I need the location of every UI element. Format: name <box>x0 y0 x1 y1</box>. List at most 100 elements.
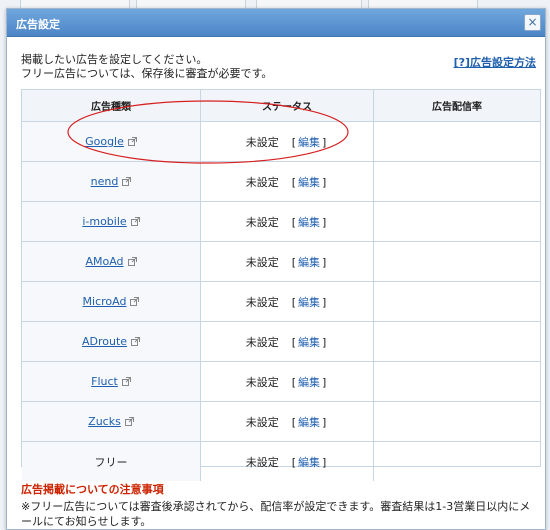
status-text: 未設定 <box>245 215 279 229</box>
ad-type-cell: Zucks <box>22 401 201 442</box>
ad-type-cell: フリー <box>22 441 201 481</box>
external-link-icon <box>121 377 131 386</box>
ad-type-cell: i-mobile <box>22 201 201 242</box>
edit-link[interactable]: 編集 <box>298 296 320 309</box>
ad-type-cell: ADroute <box>22 321 201 362</box>
ad-network-link[interactable]: nend <box>91 175 119 188</box>
external-link-icon <box>124 417 134 426</box>
ad-type-cell: MicroAd <box>22 281 201 322</box>
edit-link[interactable]: 編集 <box>298 216 320 229</box>
bracket-close: ] <box>322 135 327 149</box>
status-text: 未設定 <box>245 455 279 469</box>
bracket-close: ] <box>322 215 327 229</box>
bracket-close: ] <box>322 415 327 429</box>
delivery-rate-cell <box>373 201 540 242</box>
delivery-rate-cell <box>373 121 540 162</box>
status-cell: 未設定 [編集] <box>200 161 374 202</box>
edit-link[interactable]: 編集 <box>298 416 320 429</box>
intro-line-1: 掲載したい広告を設定してください。 <box>21 53 208 66</box>
ad-network-link[interactable]: Fluct <box>91 375 118 388</box>
edit-link[interactable]: 編集 <box>298 376 320 389</box>
status-cell: 未設定 [編集] <box>200 281 374 322</box>
bracket-open: [ <box>280 375 296 389</box>
ad-network-label: フリー <box>94 455 128 469</box>
intro-line-2: フリー広告については、保存後に審査が必要です。 <box>21 67 273 80</box>
ad-type-cell: AMoAd <box>22 241 201 282</box>
table-row: MicroAd 未設定 [編集] <box>22 281 540 322</box>
header-ad-type: 広告種類 <box>22 90 201 122</box>
table-row: nend 未設定 [編集] <box>22 161 540 202</box>
ad-network-link[interactable]: AMoAd <box>85 255 123 268</box>
status-cell: 未設定 [編集] <box>200 361 374 402</box>
delivery-rate-cell <box>373 441 540 481</box>
ad-network-link[interactable]: ADroute <box>82 335 127 348</box>
ad-type-cell: Fluct <box>22 361 201 402</box>
edit-link[interactable]: 編集 <box>298 336 320 349</box>
dialog-titlebar: 広告設定 × <box>7 9 545 37</box>
delivery-rate-cell <box>373 161 540 202</box>
status-cell: 未設定 [編集] <box>200 241 374 282</box>
delivery-rate-cell <box>373 321 540 362</box>
ad-settings-dialog: 広告設定 × 掲載したい広告を設定してください。 フリー広告については、保存後に… <box>6 8 546 530</box>
close-button[interactable]: × <box>524 14 541 31</box>
notice-body: ※フリー広告については審査後承認されてから、配信率が設定できます。審査結果は1-… <box>21 500 531 528</box>
external-link-icon <box>131 337 141 346</box>
ad-network-link[interactable]: i-mobile <box>82 215 126 228</box>
bracket-open: [ <box>280 455 296 469</box>
external-link-icon <box>127 137 137 146</box>
bracket-open: [ <box>280 415 296 429</box>
bracket-open: [ <box>280 335 296 349</box>
ad-network-link[interactable]: Google <box>85 135 124 148</box>
edit-link[interactable]: 編集 <box>298 176 320 189</box>
delivery-rate-cell <box>373 401 540 442</box>
table-row: Fluct 未設定 [編集] <box>22 361 540 402</box>
notice-title: 広告掲載についての注意事項 <box>21 483 164 496</box>
delivery-rate-cell <box>373 281 540 322</box>
bracket-close: ] <box>322 455 327 469</box>
ad-network-link[interactable]: MicroAd <box>83 295 127 308</box>
edit-link[interactable]: 編集 <box>298 456 320 469</box>
dialog-title: 広告設定 <box>16 18 60 31</box>
status-text: 未設定 <box>245 295 279 309</box>
bracket-close: ] <box>322 375 327 389</box>
help-link[interactable]: [?]広告設定方法 <box>454 54 536 70</box>
table-row: フリー 未設定 [編集] <box>22 441 540 481</box>
bracket-close: ] <box>322 295 327 309</box>
status-cell: 未設定 [編集] <box>200 401 374 442</box>
external-link-icon <box>122 177 132 186</box>
delivery-rate-cell <box>373 361 540 402</box>
header-delivery-rate: 広告配信率 <box>373 90 540 122</box>
bracket-close: ] <box>322 175 327 189</box>
status-text: 未設定 <box>245 335 279 349</box>
edit-link[interactable]: 編集 <box>298 136 320 149</box>
table-row: AMoAd 未設定 [編集] <box>22 241 540 282</box>
status-cell: 未設定 [編集] <box>200 441 374 481</box>
external-link-icon <box>127 257 137 266</box>
status-text: 未設定 <box>245 135 279 149</box>
ad-type-cell: nend <box>22 161 201 202</box>
ad-table: 広告種類 ステータス 広告配信率 Google 未設定 [編集] nend 未設定 [… <box>21 89 541 481</box>
bracket-open: [ <box>280 135 296 149</box>
bracket-close: ] <box>322 335 327 349</box>
status-text: 未設定 <box>245 415 279 429</box>
table-row: Google 未設定 [編集] <box>22 121 540 162</box>
status-text: 未設定 <box>245 375 279 389</box>
edit-link[interactable]: 編集 <box>298 256 320 269</box>
bracket-open: [ <box>280 255 296 269</box>
status-cell: 未設定 [編集] <box>200 321 374 362</box>
external-link-icon <box>130 217 140 226</box>
bracket-open: [ <box>280 295 296 309</box>
intro-text: 掲載したい広告を設定してください。 フリー広告については、保存後に審査が必要です… <box>21 53 272 81</box>
ad-type-cell: Google <box>22 121 201 162</box>
bracket-close: ] <box>322 255 327 269</box>
status-cell: 未設定 [編集] <box>200 121 374 162</box>
table-row: ADroute 未設定 [編集] <box>22 321 540 362</box>
table-row: i-mobile 未設定 [編集] <box>22 201 540 242</box>
ad-network-link[interactable]: Zucks <box>88 415 121 428</box>
delivery-rate-cell <box>373 241 540 282</box>
external-link-icon <box>130 297 140 306</box>
status-cell: 未設定 [編集] <box>200 201 374 242</box>
bracket-open: [ <box>280 175 296 189</box>
header-status: ステータス <box>200 90 374 122</box>
table-header-row: 広告種類 ステータス 広告配信率 <box>22 90 540 122</box>
